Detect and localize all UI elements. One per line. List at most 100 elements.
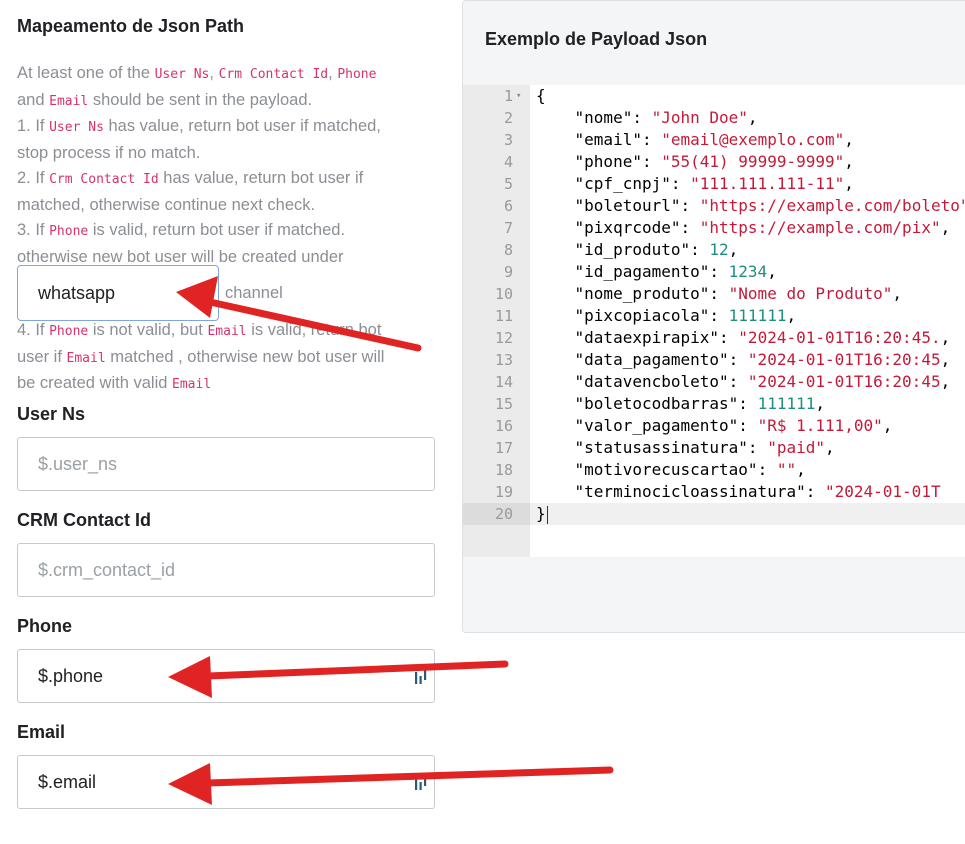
- code-text: "boletocodbarras": 111111,: [574, 394, 825, 413]
- email-label: Email: [17, 722, 66, 742]
- code-text: "id_produto": 12,: [574, 240, 739, 259]
- code-token: Phone: [49, 324, 89, 339]
- json-value: "R$ 1.111,00": [757, 416, 883, 435]
- code-line: 12 "dataexpirapix": "2024-01-01T16:20:45…: [463, 327, 965, 349]
- code-line: 6 "boletourl": "https://example.com/bole…: [463, 195, 965, 217]
- help-line-2: and Email should be sent in the payload.: [17, 88, 427, 115]
- json-key: "id_produto": [574, 240, 691, 259]
- json-value: "2024-01-01T16:20:45: [747, 350, 941, 369]
- code-line: 11 "pixcopiacola": 111111,: [463, 305, 965, 327]
- fold-toggle-icon[interactable]: ▾: [516, 85, 521, 107]
- json-key: "phone": [574, 152, 642, 171]
- json-value: 12: [709, 240, 729, 259]
- field-extension-icon[interactable]: [414, 669, 428, 685]
- line-number: 10: [494, 285, 513, 303]
- code-line: 18 "motivorecuscartao": "",: [463, 459, 965, 481]
- code-text: "nome": "John Doe",: [574, 108, 758, 127]
- help-text: is not valid, but: [88, 321, 208, 339]
- help-line-7: 3. If Phone is valid, return bot user if…: [17, 218, 427, 245]
- channel-select-value: whatsapp: [38, 282, 116, 303]
- json-key: "statusassinatura": [574, 438, 748, 457]
- line-number: 18: [494, 461, 513, 479]
- channel-row: whatsapp channel: [17, 265, 283, 321]
- json-key: "data_pagamento": [574, 350, 729, 369]
- user-ns-label: User Ns: [17, 404, 86, 424]
- code-token: User Ns: [154, 67, 210, 82]
- help-text: has value, return bot user if: [158, 169, 364, 187]
- phone-input[interactable]: [38, 665, 398, 687]
- code-text: "terminocicloassinatura": "2024-01-01T: [574, 482, 941, 501]
- crm-contact-id-field[interactable]: [17, 543, 435, 597]
- channel-select[interactable]: whatsapp: [17, 265, 219, 321]
- crm-contact-id-input[interactable]: [38, 559, 398, 581]
- email-field[interactable]: [17, 755, 435, 809]
- code-line: 8 "id_produto": 12,: [463, 239, 965, 261]
- json-value: "John Doe": [651, 108, 748, 127]
- code-text: "motivorecuscartao": "",: [574, 460, 806, 479]
- code-line: 15 "boletocodbarras": 111111,: [463, 393, 965, 415]
- json-key: "nome": [574, 108, 633, 127]
- code-line: 13 "data_pagamento": "2024-01-01T16:20:4…: [463, 349, 965, 371]
- code-token: Phone: [337, 67, 377, 82]
- code-line: 14 "datavencboleto": "2024-01-01T16:20:4…: [463, 371, 965, 393]
- code-text: "data_pagamento": "2024-01-01T16:20:45,: [574, 350, 951, 369]
- help-text: and: [17, 90, 50, 109]
- line-number: 20: [463, 503, 530, 525]
- help-text: At least one of the: [17, 64, 155, 82]
- payload-footer: [463, 557, 965, 632]
- json-value: 111111: [728, 306, 787, 325]
- user-ns-input[interactable]: [38, 453, 398, 475]
- json-key: "datavencboleto": [574, 372, 729, 391]
- code-line: 10 "nome_produto": "Nome do Produto",: [463, 283, 965, 305]
- help-line-5: 2. If Crm Contact Id has value, return b…: [17, 166, 427, 193]
- code-token: Email: [172, 377, 212, 392]
- line-number: 3: [503, 131, 513, 149]
- json-value: "55(41) 99999-9999": [661, 152, 845, 171]
- help-text: be created with valid: [17, 374, 173, 392]
- help-text: has value, return bot user if matched,: [103, 117, 381, 135]
- line-number: 4: [503, 153, 513, 171]
- line-number: 7: [503, 219, 513, 237]
- code-text: {: [536, 86, 546, 105]
- email-input[interactable]: [38, 771, 398, 793]
- help-text: 2. If: [17, 169, 50, 187]
- code-token: Email: [49, 93, 89, 109]
- code-line: 16 "valor_pagamento": "R$ 1.111,00",: [463, 415, 965, 437]
- json-value: "2024-01-01T16:20:45.: [738, 328, 941, 347]
- help-text: ,: [328, 64, 338, 82]
- code-text: "email": "email@exemplo.com",: [574, 130, 854, 149]
- help-line-1: At least one of the User Ns, Crm Contact…: [17, 61, 427, 88]
- help-text: ,: [209, 64, 219, 82]
- json-value: "email@exemplo.com": [661, 130, 845, 149]
- help-text: user if: [17, 347, 67, 366]
- phone-field[interactable]: [17, 649, 435, 703]
- channel-suffix: channel: [225, 283, 283, 302]
- json-value: "2024-01-01T16:20:45: [747, 372, 941, 391]
- help-line-9: 4. If Phone is not valid, but Email is v…: [17, 318, 427, 345]
- code-text: "boletourl": "https://example.com/boleto…: [536, 195, 965, 217]
- code-text: "datavencboleto": "2024-01-01T16:20:45,: [574, 372, 951, 391]
- help-text: 1. If: [17, 117, 50, 135]
- line-number: 1: [503, 87, 513, 105]
- code-text: "dataexpirapix": "2024-01-01T16:20:45.,: [574, 328, 951, 347]
- json-value: "https://example.com/boleto": [699, 196, 965, 215]
- json-value: "111.111.111-11": [690, 174, 845, 193]
- code-token: Crm Contact Id: [218, 67, 329, 82]
- line-number: 11: [494, 307, 513, 325]
- json-editor[interactable]: 1 ▾ {2 "nome": "John Doe", 3 "email": "emai…: [463, 85, 965, 557]
- field-extension-icon[interactable]: [414, 775, 428, 791]
- code-text: "pixqrcode": "https://example.com/pix",: [574, 218, 951, 237]
- line-number: 6: [503, 197, 513, 215]
- code-line: 7 "pixqrcode": "https://example.com/pix"…: [463, 217, 965, 239]
- text-cursor: [546, 505, 548, 524]
- payload-panel: Exemplo de Payload Json 1 ▾ {2 "nome": "Jo…: [462, 0, 965, 633]
- code-token: Crm Contact Id: [49, 172, 159, 187]
- json-key: "boletocodbarras": [574, 394, 739, 413]
- code-line: 2 "nome": "John Doe",: [463, 107, 965, 129]
- help-line-3: 1. If User Ns has value, return bot user…: [17, 114, 427, 141]
- user-ns-field[interactable]: [17, 437, 435, 491]
- line-number: 13: [494, 351, 513, 369]
- section-title: Mapeamento de Json Path: [17, 16, 245, 36]
- help-text: 4. If: [17, 321, 50, 339]
- code-line: 17 "statusassinatura": "paid",: [463, 437, 965, 459]
